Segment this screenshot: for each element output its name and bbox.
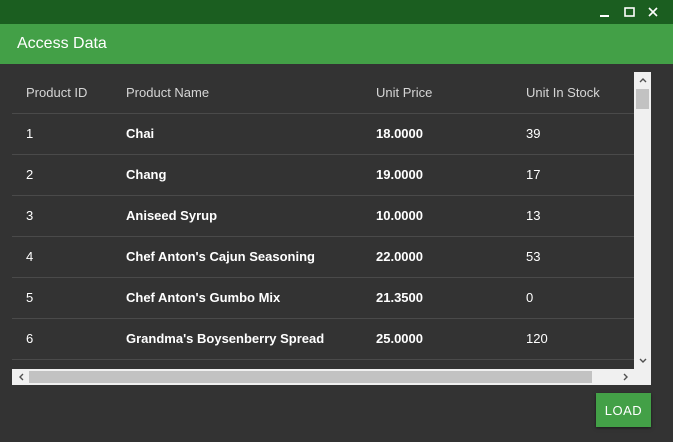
vertical-scrollbar[interactable] [634, 72, 651, 369]
grid-header-row: Product ID Product Name Unit Price Unit … [12, 72, 634, 114]
cell-unit-price: 19.0000 [376, 167, 423, 182]
column-header-unit-price[interactable]: Unit Price [376, 72, 432, 114]
cell-product-id: 4 [26, 249, 34, 264]
app-bar: Access Data [0, 24, 673, 64]
load-button[interactable]: LOAD [596, 393, 651, 427]
app-title: Access Data [17, 35, 107, 52]
cell-product-id: 3 [26, 208, 34, 223]
scroll-up-icon[interactable] [634, 72, 651, 88]
cell-unit-price: 21.3500 [376, 290, 423, 305]
horizontal-scroll-thumb[interactable] [29, 371, 592, 383]
window-titlebar [0, 0, 673, 24]
cell-unit-price: 25.0000 [376, 331, 423, 346]
products-grid[interactable]: Product ID Product Name Unit Price Unit … [12, 72, 634, 369]
cell-product-name: Chang [126, 167, 167, 182]
cell-product-id: 1 [26, 126, 34, 141]
vertical-scroll-thumb[interactable] [636, 89, 649, 109]
minimize-icon[interactable] [593, 0, 617, 24]
table-row[interactable]: 3 Aniseed Syrup 10.0000 13 [12, 196, 634, 237]
cell-unit-price: 18.0000 [376, 126, 423, 141]
scroll-down-icon[interactable] [634, 353, 651, 369]
cell-unit-in-stock: 53 [526, 249, 541, 264]
cell-unit-in-stock: 39 [526, 126, 541, 141]
cell-product-name: Chai [126, 126, 155, 141]
table-row[interactable]: 2 Chang 19.0000 17 [12, 155, 634, 196]
table-row[interactable]: 4 Chef Anton's Cajun Seasoning 22.0000 5… [12, 237, 634, 278]
cell-unit-in-stock: 0 [526, 290, 534, 305]
scrollbar-corner [634, 369, 651, 385]
maximize-icon[interactable] [617, 0, 641, 24]
cell-product-name: Aniseed Syrup [126, 208, 218, 223]
column-header-product-id[interactable]: Product ID [26, 72, 87, 114]
cell-unit-in-stock: 17 [526, 167, 541, 182]
column-header-product-name[interactable]: Product Name [126, 72, 209, 114]
cell-unit-price: 10.0000 [376, 208, 423, 223]
cell-unit-price: 22.0000 [376, 249, 423, 264]
cell-product-name: Grandma's Boysenberry Spread [126, 331, 325, 346]
cell-product-id: 5 [26, 290, 34, 305]
cell-product-name: Chef Anton's Gumbo Mix [126, 290, 281, 305]
close-icon[interactable] [641, 0, 665, 24]
scroll-left-icon[interactable] [12, 369, 29, 385]
cell-product-id: 2 [26, 167, 34, 182]
table-row[interactable]: 5 Chef Anton's Gumbo Mix 21.3500 0 [12, 278, 634, 319]
table-row[interactable]: 6 Grandma's Boysenberry Spread 25.0000 1… [12, 319, 634, 360]
column-header-unit-in-stock[interactable]: Unit In Stock [526, 72, 600, 114]
horizontal-scrollbar[interactable] [12, 369, 634, 385]
cell-product-id: 6 [26, 331, 34, 346]
table-row[interactable]: 1 Chai 18.0000 39 [12, 114, 634, 155]
cell-unit-in-stock: 120 [526, 331, 548, 346]
scroll-right-icon[interactable] [617, 369, 634, 385]
cell-product-name: Chef Anton's Cajun Seasoning [126, 249, 315, 264]
cell-unit-in-stock: 13 [526, 208, 541, 223]
